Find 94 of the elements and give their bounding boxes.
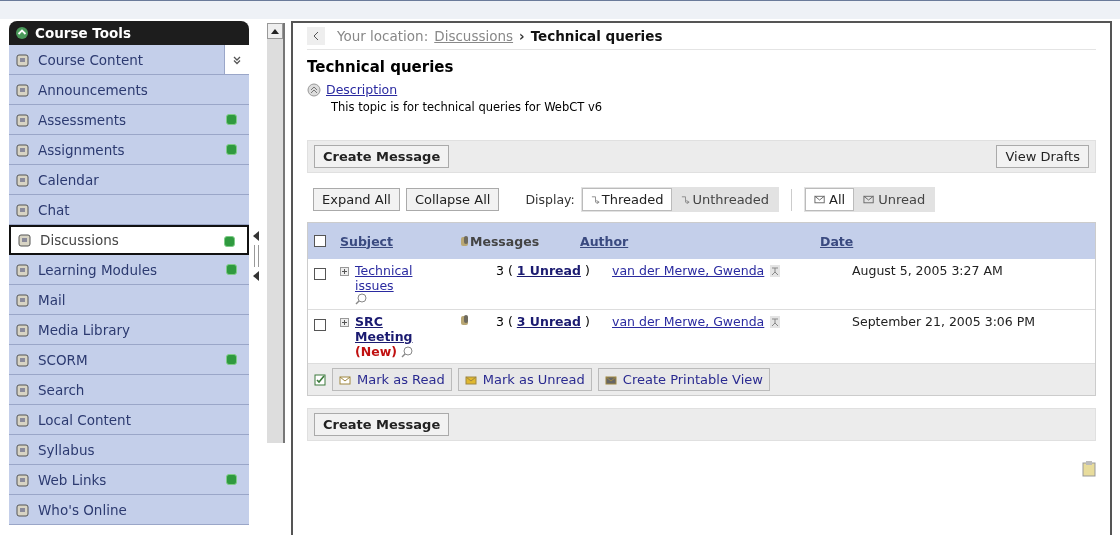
- sidebar-item[interactable]: Learning Modules: [9, 255, 249, 285]
- sidebar-item[interactable]: Who's Online: [9, 495, 249, 525]
- message-count: 3 (: [496, 314, 513, 329]
- sidebar-item[interactable]: Mail: [9, 285, 249, 315]
- view-drafts-button[interactable]: View Drafts: [996, 145, 1089, 168]
- sidebar-item[interactable]: Syllabus: [9, 435, 249, 465]
- subject-link[interactable]: SRC Meeting: [355, 314, 435, 344]
- double-chevron-icon[interactable]: [232, 54, 242, 65]
- sidebar-item[interactable]: Assessments: [9, 105, 249, 135]
- envelope-icon: [464, 373, 477, 386]
- create-message-button[interactable]: Create Message: [314, 413, 450, 436]
- location-label: Your location:: [337, 28, 429, 44]
- action-button[interactable]: Create Printable View: [597, 368, 770, 391]
- author-link[interactable]: van der Merwe, Gwenda: [612, 314, 765, 329]
- select-all-checkbox[interactable]: [314, 235, 326, 247]
- date-cell-text: August 5, 2005 3:27 AM: [852, 263, 1004, 278]
- arrow-icon: [590, 195, 600, 204]
- action-button[interactable]: Mark as Read: [332, 368, 452, 391]
- back-button[interactable]: [307, 27, 325, 45]
- create-message-button[interactable]: Create Message: [314, 145, 450, 168]
- new-label: (New): [355, 344, 397, 359]
- topic-title: Technical queries: [307, 58, 455, 76]
- collapse-arrow-icon[interactable]: [253, 271, 259, 281]
- sidebar-item[interactable]: Search: [9, 375, 249, 405]
- message-count: 3 (: [496, 263, 513, 278]
- tool-icon: [15, 321, 31, 338]
- sidebar-title: Course Tools: [35, 25, 131, 41]
- tool-icon: [15, 81, 31, 98]
- column-header[interactable]: Subject: [340, 233, 460, 249]
- sidebar-item[interactable]: SCORM: [9, 345, 249, 375]
- left-chevron-icon: [313, 32, 319, 40]
- tool-icon: [15, 471, 31, 488]
- sidebar-item[interactable]: Calendar: [9, 165, 249, 195]
- sidebar-item[interactable]: Web Links: [9, 465, 249, 495]
- display-mode-toggle[interactable]: Unthreaded: [672, 188, 779, 211]
- collapse-icon[interactable]: [307, 82, 321, 97]
- column-header[interactable]: Author: [580, 233, 820, 249]
- clipboard-icon[interactable]: [1082, 461, 1096, 477]
- date-cell-text: September 21, 2005 3:06 PM: [852, 314, 1037, 329]
- arrow-icon: [681, 195, 691, 204]
- tool-icon: [17, 232, 33, 248]
- display-mode-toggle[interactable]: Threaded: [581, 188, 673, 211]
- author-link[interactable]: van der Merwe, Gwenda: [612, 263, 765, 278]
- message-filter-toggle[interactable]: Unread: [854, 188, 935, 211]
- tool-icon: [15, 171, 31, 188]
- sidebar-item[interactable]: Discussions: [9, 225, 249, 255]
- envelope-icon: [339, 373, 351, 386]
- tool-icon: [15, 291, 31, 308]
- tool-icon: [15, 261, 31, 278]
- message-count-end: ): [584, 314, 590, 329]
- unread-count-link[interactable]: 3 Unread: [516, 314, 581, 329]
- resize-grip[interactable]: [253, 245, 259, 267]
- message-count-end: ): [584, 263, 590, 278]
- sidebar-item[interactable]: Course Content: [9, 45, 249, 75]
- envelope-icon: [604, 373, 617, 386]
- message-filter-toggle[interactable]: All: [805, 188, 855, 211]
- tool-icon: [15, 141, 31, 158]
- envelope-icon: [814, 194, 828, 205]
- tool-icon: [15, 111, 31, 128]
- up-arrow-icon[interactable]: [271, 28, 279, 34]
- envelope-icon: [863, 194, 877, 205]
- sidebar-item[interactable]: Media Library: [9, 315, 249, 345]
- breadcrumb-separator: ›: [519, 28, 525, 44]
- collapse-arrow-icon[interactable]: [253, 231, 259, 241]
- display-label: Display:: [525, 192, 575, 207]
- scrollbar[interactable]: [267, 23, 285, 443]
- tool-icon: [15, 201, 31, 218]
- unread-count-link[interactable]: 1 Unread: [516, 263, 581, 278]
- row-checkbox[interactable]: [314, 268, 326, 280]
- sidebar-item[interactable]: Local Content: [9, 405, 249, 435]
- expand-icon[interactable]: [340, 318, 349, 327]
- sidebar-item[interactable]: Assignments: [9, 135, 249, 165]
- tool-icon: [15, 51, 31, 68]
- sidebar-item[interactable]: Chat: [9, 195, 249, 225]
- breadcrumb-current: Technical queries: [530, 28, 663, 44]
- action-button[interactable]: Mark as Unread: [457, 368, 592, 391]
- expand-all-button[interactable]: Expand All: [313, 188, 400, 211]
- tool-icon: [15, 441, 31, 458]
- topic-description: This topic is for technical queries for WebCT v6: [331, 100, 604, 114]
- tool-icon: [15, 351, 31, 368]
- tool-icon: [15, 411, 31, 428]
- tool-icon: [15, 381, 31, 398]
- collapse-all-button[interactable]: Collapse All: [405, 188, 500, 211]
- subject-link[interactable]: Technical issues: [355, 263, 435, 293]
- sidebar-item[interactable]: Announcements: [9, 75, 249, 105]
- description-link[interactable]: Description: [326, 82, 398, 97]
- tool-icon: [15, 501, 31, 518]
- attachment-icon: [460, 235, 470, 247]
- column-header[interactable]: Date: [820, 233, 1089, 249]
- column-header: Messages: [470, 233, 541, 249]
- breadcrumb-link[interactable]: Discussions: [434, 28, 514, 44]
- row-checkbox[interactable]: [314, 319, 326, 331]
- checkmark-icon: [314, 373, 326, 386]
- expand-icon[interactable]: [340, 267, 349, 276]
